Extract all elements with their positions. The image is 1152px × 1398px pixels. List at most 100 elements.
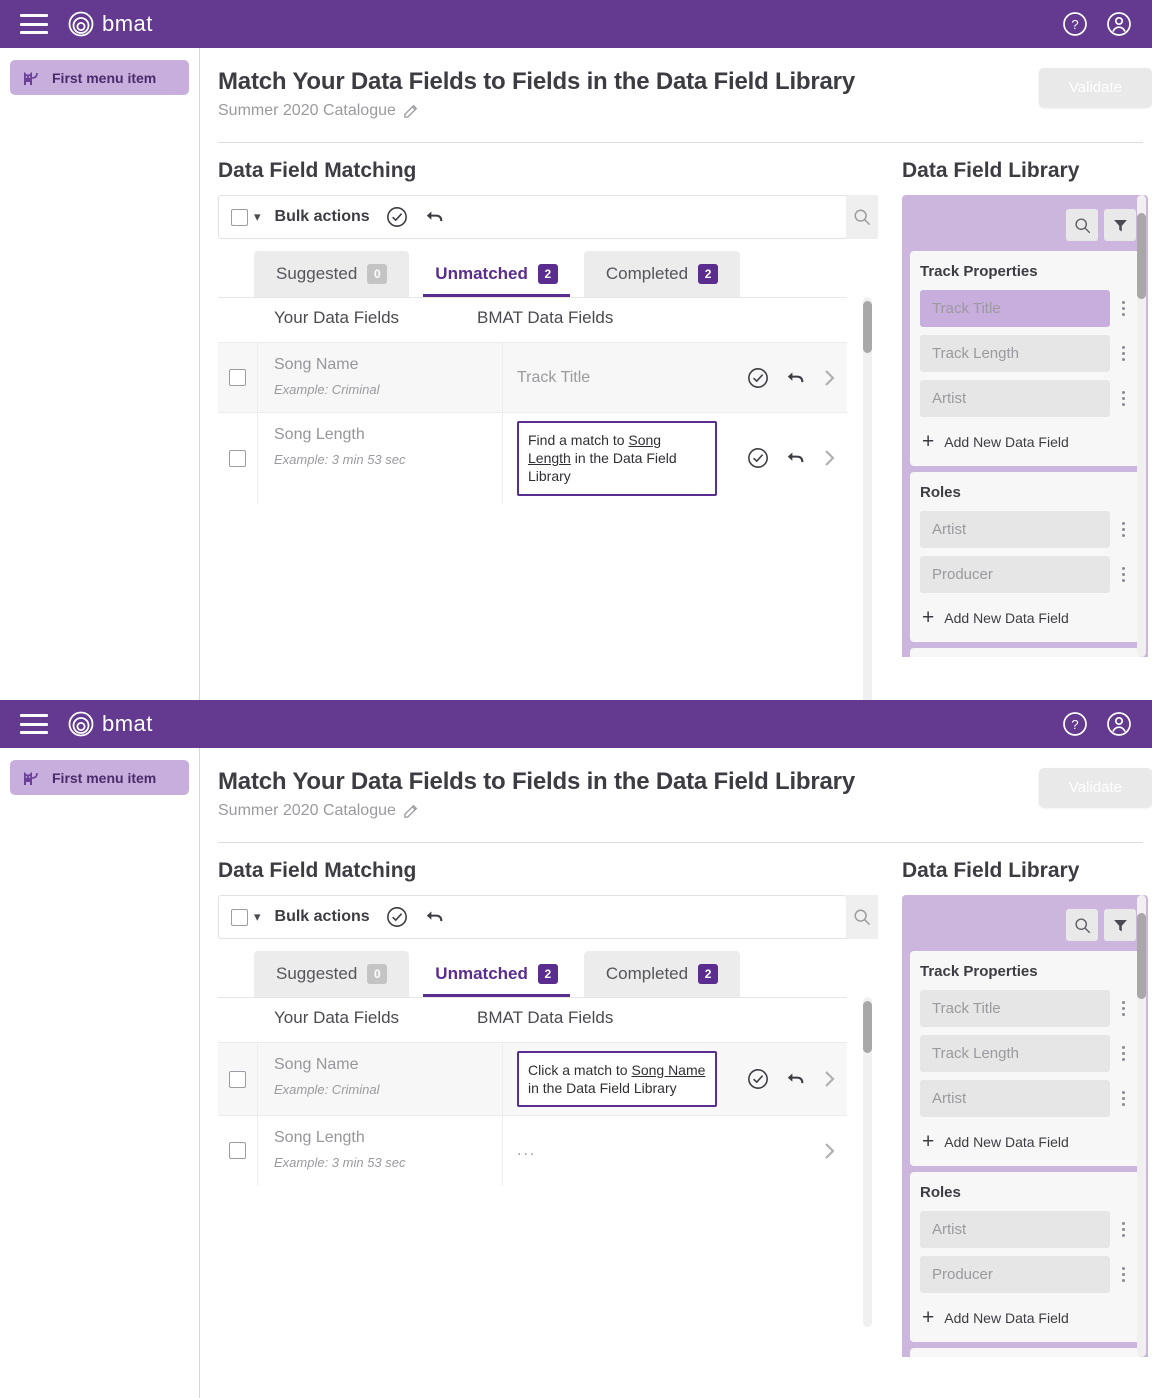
row-checkbox-cell bbox=[218, 1043, 258, 1116]
table-row[interactable]: Song Name Example: Criminal Click a matc… bbox=[218, 1042, 847, 1116]
kebab-menu-icon[interactable] bbox=[1116, 1046, 1130, 1061]
row-checkbox[interactable] bbox=[229, 369, 246, 386]
brand-logo[interactable]: bmat bbox=[68, 711, 153, 737]
row-checkbox[interactable] bbox=[229, 1142, 246, 1160]
matching-scrollbar-track[interactable] bbox=[863, 297, 872, 700]
bulk-approve-button[interactable] bbox=[386, 906, 408, 928]
row-expand-button[interactable] bbox=[823, 447, 837, 469]
tab-unmatched[interactable]: Unmatched 2 bbox=[413, 951, 580, 997]
library-search-button[interactable] bbox=[1066, 209, 1098, 241]
tab-unmatched[interactable]: Unmatched 2 bbox=[413, 251, 580, 297]
library-filter-button[interactable] bbox=[1104, 909, 1136, 941]
bulk-undo-button[interactable] bbox=[424, 207, 446, 227]
tab-suggested[interactable]: Suggested 0 bbox=[254, 251, 410, 297]
library-item: Producer bbox=[920, 556, 1130, 593]
library-scrollbar-track[interactable] bbox=[1137, 195, 1146, 657]
row-undo-button[interactable] bbox=[785, 368, 807, 388]
bulk-select-all-checkbox[interactable] bbox=[231, 908, 248, 926]
tab-completed[interactable]: Completed 2 bbox=[583, 951, 741, 997]
table-row[interactable]: Song Length Example: 3 min 53 sec Find a… bbox=[218, 412, 847, 504]
library-field-role-artist[interactable]: Artist bbox=[920, 1211, 1110, 1248]
kebab-menu-icon[interactable] bbox=[1116, 1091, 1130, 1106]
library-outer: Track Properties Track Title Track Lengt… bbox=[902, 195, 1148, 657]
row-expand-button[interactable] bbox=[823, 367, 837, 389]
data-field-matching-panel: Data Field Matching ▾ Bulk actions Sugge… bbox=[218, 859, 878, 1357]
row-your-field-cell: Song Name Example: Criminal bbox=[258, 1043, 503, 1116]
library-field-role-producer[interactable]: Producer bbox=[920, 1256, 1110, 1293]
add-new-data-field-label: Add New Data Field bbox=[944, 433, 1069, 450]
bulk-actions-label: Bulk actions bbox=[274, 208, 370, 225]
library-field-role-artist[interactable]: Artist bbox=[920, 511, 1110, 548]
library-scrollbar-track[interactable] bbox=[1137, 895, 1146, 1357]
pencil-edit-icon[interactable] bbox=[403, 104, 418, 119]
cat-icon bbox=[24, 72, 38, 85]
kebab-menu-icon[interactable] bbox=[1116, 346, 1130, 361]
hamburger-menu-icon[interactable] bbox=[20, 714, 48, 734]
kebab-menu-icon[interactable] bbox=[1116, 391, 1130, 406]
matching-scrollbar-track[interactable] bbox=[863, 997, 872, 1327]
row-checkbox[interactable] bbox=[229, 1070, 246, 1088]
matching-scrollbar-thumb[interactable] bbox=[863, 1001, 872, 1053]
kebab-menu-icon[interactable] bbox=[1116, 567, 1130, 582]
tab-suggested[interactable]: Suggested 0 bbox=[254, 951, 410, 997]
chevron-down-icon[interactable]: ▾ bbox=[254, 909, 261, 925]
add-new-data-field-button[interactable]: + Add New Data Field bbox=[920, 1301, 1130, 1330]
library-field-track-length[interactable]: Track Length bbox=[920, 335, 1110, 372]
tab-unmatched-label: Unmatched bbox=[435, 964, 528, 983]
row-actions bbox=[733, 367, 837, 389]
library-scrollbar-thumb[interactable] bbox=[1137, 913, 1146, 999]
row-undo-button[interactable] bbox=[785, 1069, 807, 1089]
table-row[interactable]: Song Name Example: Criminal Track Title bbox=[218, 342, 847, 412]
kebab-menu-icon[interactable] bbox=[1116, 1222, 1130, 1237]
hamburger-menu-icon[interactable] bbox=[20, 14, 48, 34]
sidebar-item-first-menu-item[interactable]: First menu item bbox=[10, 60, 189, 95]
row-undo-button[interactable] bbox=[785, 448, 807, 468]
help-circle-icon[interactable]: ? bbox=[1062, 711, 1088, 737]
bulk-approve-button[interactable] bbox=[386, 206, 408, 228]
library-search-button[interactable] bbox=[1066, 909, 1098, 941]
add-new-data-field-button[interactable]: + Add New Data Field bbox=[920, 601, 1130, 630]
matching-search-button[interactable] bbox=[846, 895, 878, 939]
library-field-track-title[interactable]: Track Title bbox=[920, 290, 1110, 327]
tab-completed[interactable]: Completed 2 bbox=[583, 251, 741, 297]
bulk-undo-button[interactable] bbox=[424, 907, 446, 927]
pencil-edit-icon[interactable] bbox=[403, 804, 418, 819]
row-expand-button[interactable] bbox=[823, 1140, 837, 1162]
sidebar-item-first-menu-item[interactable]: First menu item bbox=[10, 760, 189, 795]
bulk-select-all-checkbox[interactable] bbox=[231, 208, 248, 226]
library-group-roles: Roles Artist Producer + Add New Data Fie… bbox=[910, 1172, 1140, 1342]
catalogue-name: Summer 2020 Catalogue bbox=[218, 102, 396, 119]
row-approve-button[interactable] bbox=[747, 447, 769, 469]
account-circle-icon[interactable] bbox=[1106, 11, 1132, 37]
table-row[interactable]: Song Length Example: 3 min 53 sec ... bbox=[218, 1115, 847, 1186]
library-item: Track Title bbox=[920, 990, 1130, 1027]
library-outer: Track Properties Track Title Track Lengt… bbox=[902, 895, 1148, 1357]
validate-button[interactable]: Validate bbox=[1038, 68, 1152, 107]
library-field-track-length[interactable]: Track Length bbox=[920, 1035, 1110, 1072]
row-approve-button[interactable] bbox=[747, 367, 769, 389]
library-scrollbar-thumb[interactable] bbox=[1137, 213, 1146, 299]
library-field-role-producer[interactable]: Producer bbox=[920, 556, 1110, 593]
row-checkbox[interactable] bbox=[229, 449, 246, 467]
matching-scrollbar-thumb[interactable] bbox=[863, 301, 872, 353]
add-new-data-field-button[interactable]: + Add New Data Field bbox=[920, 1125, 1130, 1154]
chevron-down-icon[interactable]: ▾ bbox=[254, 209, 261, 225]
bulk-actions-toolbar: ▾ Bulk actions bbox=[218, 895, 847, 939]
library-filter-button[interactable] bbox=[1104, 209, 1136, 241]
kebab-menu-icon[interactable] bbox=[1116, 301, 1130, 316]
kebab-menu-icon[interactable] bbox=[1116, 522, 1130, 537]
row-expand-button[interactable] bbox=[823, 1068, 837, 1090]
validate-button[interactable]: Validate bbox=[1038, 768, 1152, 807]
library-item: Artist bbox=[920, 380, 1130, 417]
library-field-artist[interactable]: Artist bbox=[920, 1080, 1110, 1117]
matching-search-button[interactable] bbox=[846, 195, 878, 239]
library-field-artist[interactable]: Artist bbox=[920, 380, 1110, 417]
help-circle-icon[interactable]: ? bbox=[1062, 11, 1088, 37]
add-new-data-field-button[interactable]: + Add New Data Field bbox=[920, 425, 1130, 454]
kebab-menu-icon[interactable] bbox=[1116, 1001, 1130, 1016]
library-field-track-title[interactable]: Track Title bbox=[920, 990, 1110, 1027]
account-circle-icon[interactable] bbox=[1106, 711, 1132, 737]
kebab-menu-icon[interactable] bbox=[1116, 1267, 1130, 1282]
row-approve-button[interactable] bbox=[747, 1068, 769, 1090]
brand-logo[interactable]: bmat bbox=[68, 11, 153, 37]
